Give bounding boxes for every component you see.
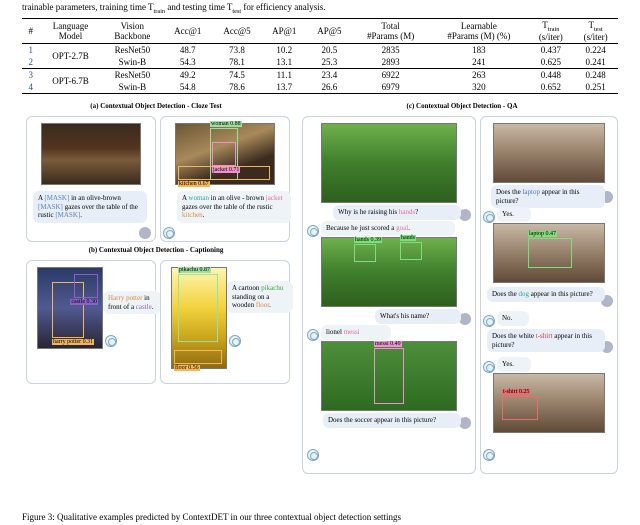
thumb-laptop2: laptop 0.47 <box>493 223 605 283</box>
caption-pika: A cartoon pikachu standing on a wooden f… <box>227 281 293 312</box>
thumb-pika: pikachu 0.87 floor 0.56 <box>171 267 227 369</box>
th-ttr: Ttrain(s/iter) <box>528 18 573 44</box>
figure-caption: Figure 3: Qualitative examples predicted… <box>22 512 618 522</box>
th-tte: Ttest(s/iter) <box>573 18 618 44</box>
avatar-bot-icon <box>105 335 117 347</box>
qa-a1: Because he just scored a goal. <box>321 221 455 235</box>
thumb-bartender-det: woman 0.88 jacket 0.71 kitchen 0.67 <box>175 123 275 185</box>
card-a-left: A [MASK] in an olive-brown [MASK] gazes … <box>26 116 156 242</box>
qa-a6: Yes. <box>497 357 531 371</box>
th-tp: Total#Params (M) <box>352 18 429 44</box>
cloze-bot-bubble: A woman in an olive - brown jacket gazes… <box>177 191 291 222</box>
bbox-label: t-shirt 0.25 <box>502 389 530 395</box>
card-c-right: Does the laptop appear in this picture? … <box>480 116 618 474</box>
bbox-label: harry potter 0.31 <box>52 339 94 345</box>
bbox-label: laptop 0.47 <box>528 231 557 237</box>
avatar-bot-icon <box>229 335 241 347</box>
qa-q3: Does the soccer appear in this picture? <box>323 413 461 427</box>
thumb-laptop1 <box>493 123 605 183</box>
th-lp: Learnable#Params (M) (%) <box>429 18 528 44</box>
table-caption-fragment: trainable parameters, training time Ttra… <box>0 0 640 16</box>
bbox-label: pikachu 0.87 <box>178 267 211 273</box>
avatar-bot-icon <box>483 449 495 461</box>
table-row: 1 OPT-2.7B ResNet50 48.7 73.8 10.2 20.5 … <box>22 44 618 57</box>
qa-q1: Why is he raising his hands? <box>333 205 461 219</box>
thumb-tshirt: t-shirt 0.25 <box>493 373 605 433</box>
panel-title-a: (a) Contextual Object Detection - Cloze … <box>26 102 286 110</box>
table-row: 4 Swin-B 54.8 78.6 13.7 26.6 6979 320 0.… <box>22 81 618 94</box>
qa-a4: Yes. <box>497 207 531 221</box>
th-vb: VisionBackbone <box>102 18 164 44</box>
avatar-bot-icon <box>307 329 319 341</box>
avatar-user-icon <box>139 227 151 239</box>
bbox-label: hands <box>400 235 416 241</box>
bbox-label: messi 0.49 <box>374 341 402 347</box>
th-a5: Acc@5 <box>212 18 261 44</box>
avatar-bot-icon <box>483 361 495 373</box>
bbox-label: floor 0.56 <box>174 365 200 371</box>
panel-title-b: (b) Contextual Object Detection - Captio… <box>26 246 286 254</box>
card-c-left: Why is he raising his hands? Because he … <box>302 116 476 474</box>
figure-3: (a) Contextual Object Detection - Cloze … <box>22 102 618 472</box>
qa-q5: Does the dog appear in this picture? <box>487 287 605 301</box>
avatar-bot-icon <box>307 225 319 237</box>
card-b-left: harry potter 0.31 castle 0.30 Harry pott… <box>26 260 156 384</box>
avatar-bot-icon <box>163 227 175 239</box>
avatar-bot-icon <box>483 211 495 223</box>
thumb-bartender <box>41 123 141 185</box>
qa-a2: lionel messi <box>321 325 391 339</box>
thumb-hp: harry potter 0.31 castle 0.30 <box>37 267 103 349</box>
cloze-user-bubble: A [MASK] in an olive-brown [MASK] gazes … <box>33 191 147 222</box>
bbox-label: woman 0.88 <box>210 121 242 127</box>
th-idx: # <box>22 18 39 44</box>
qa-q4: Does the laptop appear in this picture? <box>491 185 605 208</box>
th-ap1: AP@1 <box>262 18 307 44</box>
qa-q6: Does the white t-shirt appear in this pi… <box>487 329 605 352</box>
thumb-messi-hands: hands 0.39 hands <box>321 237 457 307</box>
card-a-right: woman 0.88 jacket 0.71 kitchen 0.67 A wo… <box>160 116 290 242</box>
bbox-label: castle 0.30 <box>70 299 98 305</box>
table-row: 2 Swin-B 54.3 78.1 13.1 25.3 2893 241 0.… <box>22 56 618 69</box>
bbox-label: kitchen 0.67 <box>178 181 210 187</box>
bbox-label: hands 0.39 <box>354 237 382 243</box>
panel-title-c: (c) Contextual Object Detection - QA <box>332 102 592 110</box>
thumb-messi-name: messi 0.49 <box>321 341 457 411</box>
results-table: # LanguageModel VisionBackbone Acc@1 Acc… <box>22 18 618 95</box>
avatar-bot-icon <box>483 315 495 327</box>
th-a1: Acc@1 <box>163 18 212 44</box>
qa-q2: What's his name? <box>375 309 461 323</box>
thumb-messi-goal <box>321 123 457 203</box>
table-row: 3 OPT-6.7B ResNet50 49.2 74.5 11.1 23.4 … <box>22 69 618 82</box>
avatar-bot-icon <box>307 449 319 461</box>
qa-a5: No. <box>497 311 529 325</box>
card-b-right: pikachu 0.87 floor 0.56 A cartoon pikach… <box>160 260 290 384</box>
caption-hp: Harry potter in front of a castle. <box>103 291 161 314</box>
th-ap5: AP@5 <box>307 18 352 44</box>
th-lm: LanguageModel <box>39 18 101 44</box>
